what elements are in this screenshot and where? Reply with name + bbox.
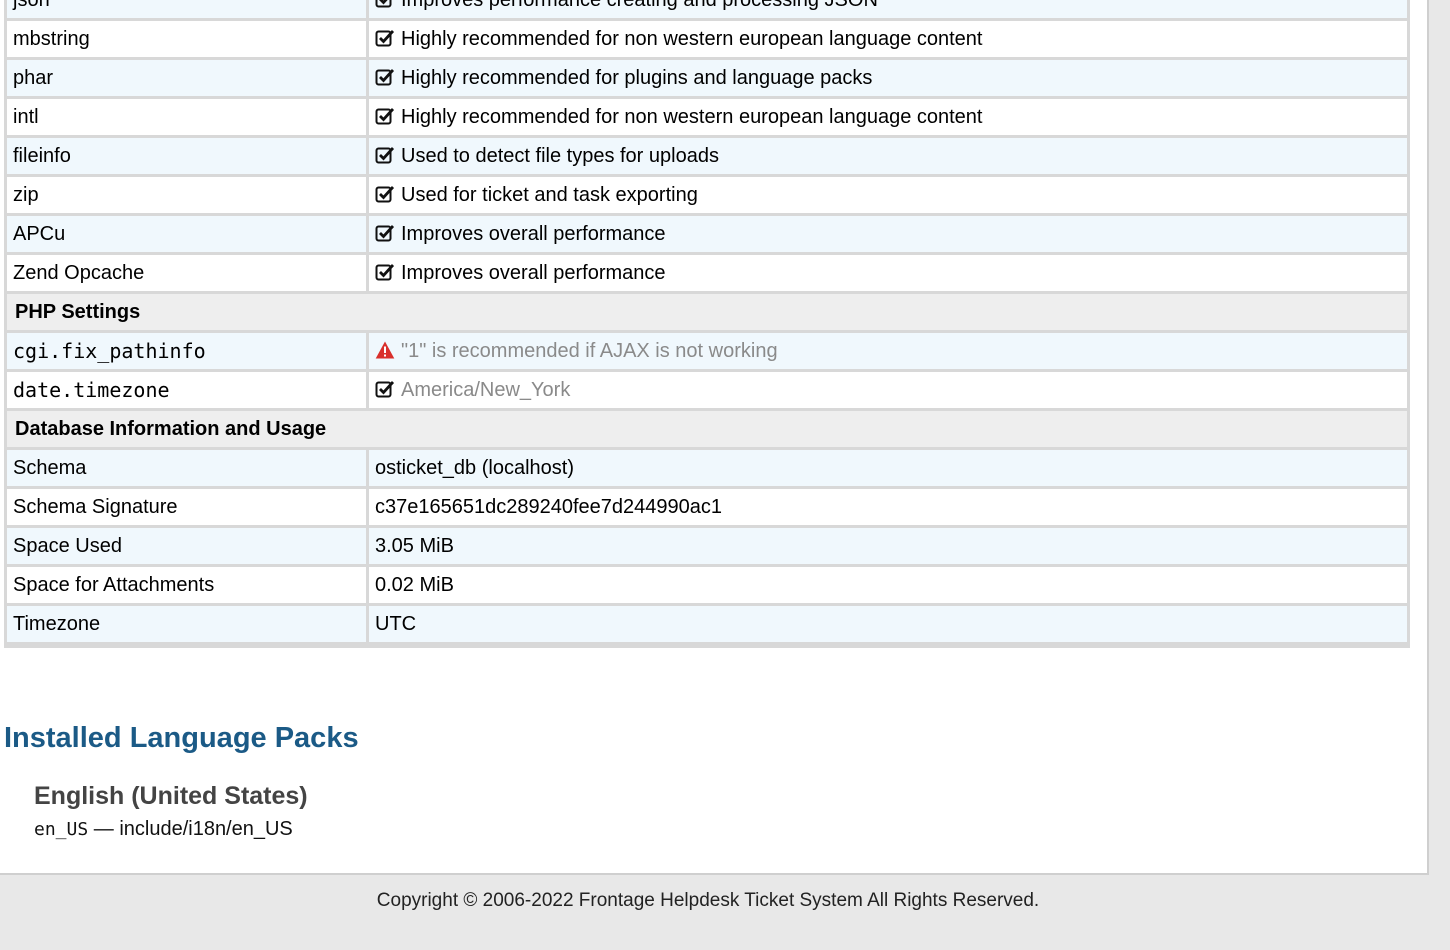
section-header-database: Database Information and Usage (7, 411, 1407, 450)
extension-status: Improves overall performance (369, 255, 1407, 294)
db-field-name: Space Used (7, 528, 369, 567)
table-row: mbstring Highly recommended for non west… (7, 21, 1407, 60)
extension-name: json (7, 0, 369, 21)
check-square-icon (375, 147, 395, 164)
setting-status: "1" is recommended if AJAX is not workin… (369, 333, 1407, 372)
extension-status: Highly recommended for non western europ… (369, 21, 1407, 60)
extension-name: zip (7, 177, 369, 216)
db-field-value: 3.05 MiB (369, 528, 1407, 567)
table-row: Timezone UTC (7, 606, 1407, 645)
system-info-table: json Improves performance creating and p… (4, 0, 1410, 648)
extension-description: Improves overall performance (401, 262, 666, 284)
extension-name: intl (7, 99, 369, 138)
check-square-icon (375, 108, 395, 125)
extension-name: Zend Opcache (7, 255, 369, 294)
extension-description: Highly recommended for plugins and langu… (401, 67, 873, 89)
extension-name: APCu (7, 216, 369, 255)
table-row: date.timezone America/New_York (7, 372, 1407, 411)
extension-description: Improves overall performance (401, 223, 666, 245)
language-pack-name: English (United States) (34, 782, 308, 810)
check-square-icon (375, 381, 395, 398)
language-pack-path: include/i18n/en_US (119, 818, 293, 840)
db-field-value: osticket_db (localhost) (369, 450, 1407, 489)
extension-status: Improves overall performance (369, 216, 1407, 255)
extension-status: Highly recommended for non western europ… (369, 99, 1407, 138)
db-field-value: UTC (369, 606, 1407, 645)
extension-status: Improves performance creating and proces… (369, 0, 1407, 21)
warning-triangle-icon (375, 341, 395, 359)
extension-description: Used for ticket and task exporting (401, 184, 698, 206)
table-row: json Improves performance creating and p… (7, 0, 1407, 21)
check-square-icon (375, 225, 395, 242)
footer-copyright: Copyright © 2006-2022 Frontage Helpdesk … (376, 890, 1040, 911)
table-row: APCu Improves overall performance (7, 216, 1407, 255)
check-square-icon (375, 0, 392, 8)
language-packs-heading: Installed Language Packs (4, 722, 359, 754)
extension-name: fileinfo (7, 138, 369, 177)
db-field-value: 0.02 MiB (369, 567, 1407, 606)
table-row: Zend Opcache Improves overall performanc… (7, 255, 1407, 294)
table-row: Schema osticket_db (localhost) (7, 450, 1407, 489)
section-header-php-settings: PHP Settings (7, 294, 1407, 333)
extension-description: Used to detect file types for uploads (401, 145, 719, 167)
extension-description: Improves performance creating and proces… (401, 0, 878, 11)
section-title: PHP Settings (7, 294, 1407, 333)
check-square-icon (375, 69, 395, 86)
extension-status: Used to detect file types for uploads (369, 138, 1407, 177)
setting-status: America/New_York (369, 372, 1407, 411)
db-field-name: Space for Attachments (7, 567, 369, 606)
table-row: intl Highly recommended for non western … (7, 99, 1407, 138)
check-square-icon (375, 264, 395, 281)
check-square-icon (375, 186, 395, 203)
table-row: cgi.fix_pathinfo "1" is recommended if A… (7, 333, 1407, 372)
check-square-icon (375, 30, 395, 47)
table-row: Space for Attachments 0.02 MiB (7, 567, 1407, 606)
setting-value: America/New_York (401, 379, 571, 401)
table-row: fileinfo Used to detect file types for u… (7, 138, 1407, 177)
table-row: Space Used 3.05 MiB (7, 528, 1407, 567)
extension-name: phar (7, 60, 369, 99)
table-row: Schema Signature c37e165651dc289240fee7d… (7, 489, 1407, 528)
extension-name: mbstring (7, 21, 369, 60)
setting-name: cgi.fix_pathinfo (7, 333, 369, 372)
setting-value: "1" is recommended if AJAX is not workin… (401, 340, 778, 362)
language-pack-separator: — (93, 818, 114, 840)
table-row: phar Highly recommended for plugins and … (7, 60, 1407, 99)
extension-status: Highly recommended for plugins and langu… (369, 60, 1407, 99)
extension-description: Highly recommended for non western europ… (401, 106, 983, 128)
db-field-name: Schema (7, 450, 369, 489)
extension-status: Used for ticket and task exporting (369, 177, 1407, 216)
page-content: json Improves performance creating and p… (0, 0, 1429, 875)
table-row: zip Used for ticket and task exporting (7, 177, 1407, 216)
section-title: Database Information and Usage (7, 411, 1407, 450)
db-field-value: c37e165651dc289240fee7d244990ac1 (369, 489, 1407, 528)
db-field-name: Timezone (7, 606, 369, 645)
setting-name: date.timezone (7, 372, 369, 411)
language-pack-code: en_US (34, 819, 89, 840)
extension-description: Highly recommended for non western europ… (401, 28, 983, 50)
db-field-name: Schema Signature (7, 489, 369, 528)
language-pack-details: en_US — include/i18n/en_US (34, 818, 293, 841)
